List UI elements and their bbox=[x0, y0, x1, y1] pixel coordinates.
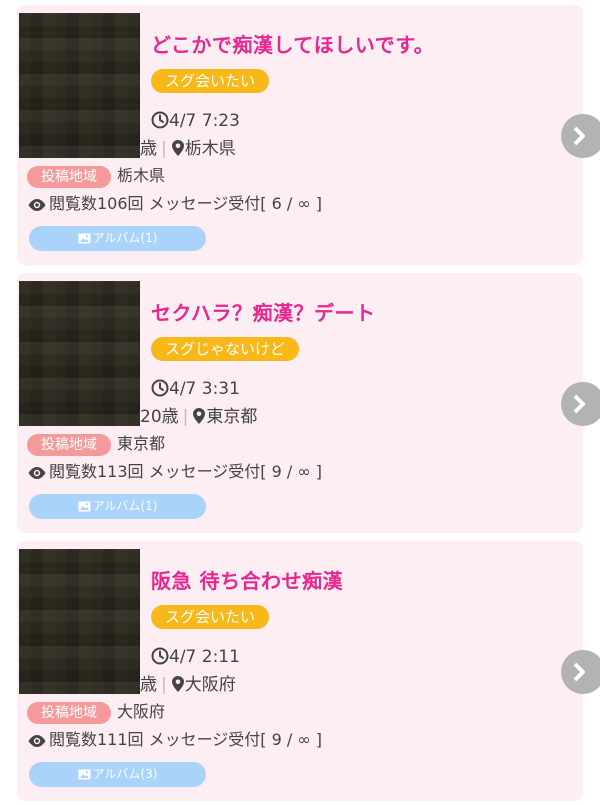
availability-tag: スグ会いたい bbox=[151, 605, 270, 629]
region-row: 投稿地域 大阪府 bbox=[27, 701, 166, 724]
next-button[interactable] bbox=[561, 382, 600, 426]
image-icon bbox=[78, 769, 91, 780]
view-stats-text: 閲覧数111回 メッセージ受付[ 9 / ∞ ] bbox=[49, 730, 323, 749]
view-stats: 閲覧数106回 メッセージ受付[ 6 / ∞ ] bbox=[27, 192, 322, 216]
location-text: 大阪府 bbox=[184, 675, 236, 695]
region-value: 大阪府 bbox=[117, 702, 166, 721]
chevron-right-icon bbox=[573, 662, 585, 682]
availability-tag: スグじゃないけど bbox=[151, 337, 300, 361]
next-button[interactable] bbox=[561, 650, 600, 694]
post-time-text: 4/7 3:31 bbox=[169, 379, 240, 399]
map-pin-icon bbox=[193, 408, 206, 424]
post-title[interactable]: 阪急 待ち合わせ痴漢 bbox=[151, 565, 343, 594]
region-badge: 投稿地域 bbox=[27, 434, 111, 456]
post-time: 4/7 2:11 bbox=[151, 645, 240, 669]
eye-icon bbox=[28, 467, 46, 479]
album-button[interactable]: アルバム(1) bbox=[29, 494, 206, 519]
image-icon bbox=[78, 501, 91, 512]
separator: | bbox=[182, 407, 189, 427]
clock-icon bbox=[151, 647, 169, 665]
album-label: アルバム(1) bbox=[92, 231, 158, 245]
post-card[interactable]: どこかで痴漢してほしいです。 スグ会いたい 4/7 7:23 歳 | 栃木県 投稿地… bbox=[17, 5, 600, 265]
separator: | bbox=[161, 675, 167, 695]
map-pin-icon bbox=[171, 676, 184, 692]
region-row: 投稿地域 栃木県 bbox=[27, 165, 166, 188]
map-pin-icon bbox=[171, 140, 184, 156]
view-stats: 閲覧数111回 メッセージ受付[ 9 / ∞ ] bbox=[27, 728, 322, 752]
album-label: アルバム(3) bbox=[92, 767, 158, 781]
region-value: 栃木県 bbox=[117, 166, 166, 185]
image-icon bbox=[78, 233, 91, 244]
post-time-text: 4/7 2:11 bbox=[169, 647, 240, 667]
album-label: アルバム(1) bbox=[92, 499, 158, 513]
region-value: 東京都 bbox=[117, 434, 166, 453]
post-title[interactable]: セクハラ？痴漢？デート bbox=[151, 297, 376, 326]
region-row: 投稿地域 東京都 bbox=[27, 433, 166, 456]
chevron-right-icon bbox=[573, 394, 585, 414]
post-time-text: 4/7 7:23 bbox=[169, 111, 240, 131]
album-button[interactable]: アルバム(3) bbox=[29, 762, 206, 787]
location-text: 東京都 bbox=[206, 407, 258, 427]
album-button[interactable]: アルバム(1) bbox=[29, 226, 206, 251]
post-time: 4/7 7:23 bbox=[151, 109, 240, 133]
region-badge: 投稿地域 bbox=[27, 702, 111, 724]
profile-thumbnail[interactable] bbox=[19, 549, 140, 694]
age-location: 歳 | 大阪府 bbox=[140, 673, 236, 697]
region-badge: 投稿地域 bbox=[27, 166, 111, 188]
chevron-right-icon bbox=[573, 126, 585, 146]
view-stats: 閲覧数113回 メッセージ受付[ 9 / ∞ ] bbox=[27, 460, 322, 484]
separator: | bbox=[161, 139, 167, 159]
clock-icon bbox=[151, 379, 169, 397]
view-stats-text: 閲覧数113回 メッセージ受付[ 9 / ∞ ] bbox=[49, 462, 323, 481]
post-title[interactable]: どこかで痴漢してほしいです。 bbox=[151, 29, 434, 58]
clock-icon bbox=[151, 111, 169, 129]
age-text: 歳 bbox=[140, 675, 157, 695]
post-card[interactable]: 阪急 待ち合わせ痴漢 スグ会いたい 4/7 2:11 歳 | 大阪府 投稿地域 大阪府… bbox=[17, 541, 600, 801]
eye-icon bbox=[28, 735, 46, 747]
profile-thumbnail[interactable] bbox=[19, 13, 140, 158]
age-location: 歳 | 栃木県 bbox=[140, 137, 236, 161]
availability-tag: スグ会いたい bbox=[151, 69, 270, 93]
age-text: 20歳 bbox=[140, 407, 179, 427]
location-text: 栃木県 bbox=[184, 139, 236, 159]
eye-icon bbox=[28, 199, 46, 211]
profile-thumbnail[interactable] bbox=[19, 281, 140, 426]
post-card[interactable]: セクハラ？痴漢？デート スグじゃないけど 4/7 3:31 20歳 | 東京都 投稿… bbox=[17, 273, 600, 533]
view-stats-text: 閲覧数106回 メッセージ受付[ 6 / ∞ ] bbox=[49, 194, 323, 213]
next-button[interactable] bbox=[561, 114, 600, 158]
age-text: 歳 bbox=[140, 139, 157, 159]
post-time: 4/7 3:31 bbox=[151, 377, 240, 401]
age-location: 20歳 | 東京都 bbox=[140, 405, 257, 429]
